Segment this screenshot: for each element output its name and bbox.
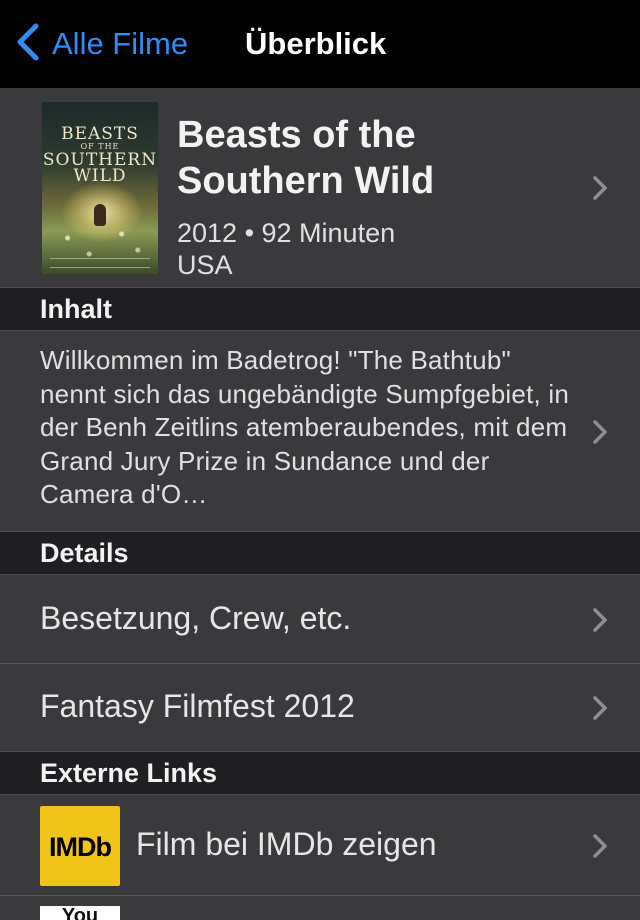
navigation-bar: Alle Filme Überblick — [0, 0, 640, 88]
synopsis-text: Willkommen im Badetrog! "The Bathtub" ne… — [40, 345, 569, 509]
back-button[interactable]: Alle Filme — [14, 22, 188, 66]
movie-poster: BEASTS OF THE SOUTHERN WILD — [42, 102, 158, 274]
chevron-right-icon — [592, 833, 608, 859]
section-header-label: Details — [40, 538, 129, 568]
section-header-label: Inhalt — [40, 294, 112, 324]
section-header-content: Inhalt — [0, 287, 640, 331]
chevron-left-icon — [14, 20, 42, 69]
chevron-right-icon — [592, 419, 608, 445]
movie-title: Beasts of the Southern Wild — [177, 114, 435, 202]
details-row-label: Fantasy Filmfest 2012 — [40, 688, 355, 724]
movie-year-runtime: 2012 • 92 Minuten — [177, 218, 396, 248]
section-header-label: Externe Links — [40, 758, 218, 788]
imdb-logo: IMDb — [40, 806, 120, 886]
chevron-right-icon — [592, 607, 608, 633]
page-title: Überblick — [245, 26, 387, 61]
section-header-details: Details — [0, 531, 640, 575]
poster-title: BEASTS OF THE SOUTHERN WILD — [42, 124, 158, 186]
imdb-link-label: Film bei IMDb zeigen — [136, 826, 437, 862]
youtube-logo: You — [40, 906, 120, 920]
chevron-right-icon — [592, 695, 608, 721]
movie-country: USA — [177, 250, 233, 280]
poster-sparks — [46, 222, 154, 262]
details-row-label: Besetzung, Crew, etc. — [40, 600, 352, 636]
chevron-right-icon — [592, 175, 608, 201]
poster-credits — [50, 258, 150, 268]
poster-figure — [94, 204, 106, 226]
back-button-label: Alle Filme — [52, 26, 189, 61]
section-header-external-links: Externe Links — [0, 751, 640, 795]
